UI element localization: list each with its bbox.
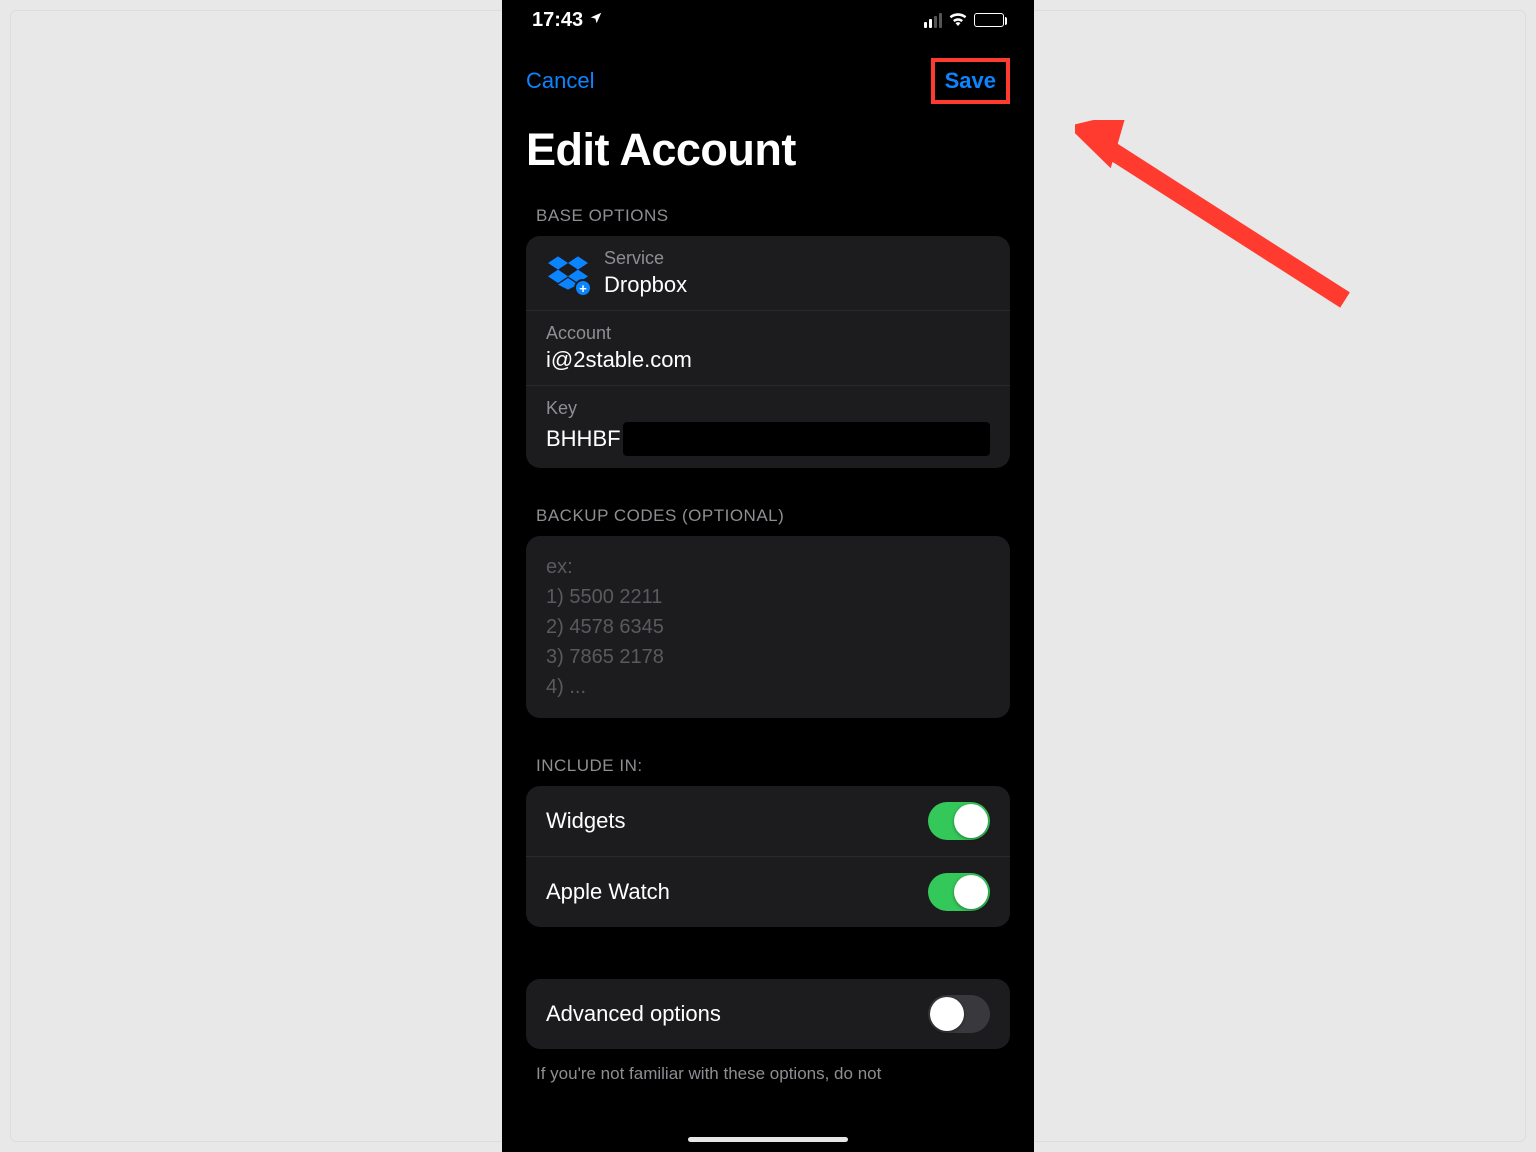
location-icon xyxy=(589,11,603,30)
section-header-include: INCLUDE IN: xyxy=(502,742,1034,786)
wifi-icon xyxy=(948,9,968,32)
status-time: 17:43 xyxy=(532,9,583,32)
dropbox-icon: + xyxy=(546,251,590,295)
backup-codes-textarea[interactable]: ex: 1) 5500 2211 2) 4578 6345 3) 7865 21… xyxy=(526,536,1010,718)
service-label: Service xyxy=(604,248,687,269)
include-card: Widgets Apple Watch xyxy=(526,786,1010,927)
phone-screen: 17:43 Cancel Save Edit Account BASE OPTI… xyxy=(502,0,1034,1152)
account-value: i@2stable.com xyxy=(546,347,990,373)
applewatch-toggle[interactable] xyxy=(928,873,990,911)
key-redacted xyxy=(623,422,990,456)
advanced-toggle[interactable] xyxy=(928,995,990,1033)
save-highlight: Save xyxy=(931,58,1010,104)
key-row[interactable]: Key BHHBF xyxy=(526,385,1010,468)
advanced-footer-text: If you're not familiar with these option… xyxy=(502,1049,1034,1085)
home-indicator[interactable] xyxy=(688,1137,848,1142)
advanced-row: Advanced options xyxy=(526,979,1010,1049)
account-label: Account xyxy=(546,323,990,344)
service-row[interactable]: + Service Dropbox xyxy=(526,236,1010,310)
applewatch-row: Apple Watch xyxy=(526,856,1010,927)
save-button[interactable]: Save xyxy=(945,68,996,94)
navbar: Cancel Save xyxy=(502,40,1034,114)
widgets-row: Widgets xyxy=(526,786,1010,856)
advanced-card: Advanced options xyxy=(526,979,1010,1049)
key-label: Key xyxy=(546,398,990,419)
cellular-signal-icon xyxy=(924,13,942,28)
annotation-arrow-icon xyxy=(1075,120,1355,320)
add-badge-icon: + xyxy=(574,279,592,297)
page-title: Edit Account xyxy=(502,114,1034,192)
widgets-label: Widgets xyxy=(546,808,625,834)
account-row[interactable]: Account i@2stable.com xyxy=(526,310,1010,385)
base-options-card: + Service Dropbox Account i@2stable.com … xyxy=(526,236,1010,468)
section-header-backup: BACKUP CODES (OPTIONAL) xyxy=(502,492,1034,536)
advanced-label: Advanced options xyxy=(546,1001,721,1027)
cancel-button[interactable]: Cancel xyxy=(526,68,594,94)
service-value: Dropbox xyxy=(604,272,687,298)
widgets-toggle[interactable] xyxy=(928,802,990,840)
applewatch-label: Apple Watch xyxy=(546,879,670,905)
key-value-prefix: BHHBF xyxy=(546,426,621,452)
status-bar: 17:43 xyxy=(502,0,1034,40)
battery-icon xyxy=(974,13,1004,27)
section-header-base: BASE OPTIONS xyxy=(502,192,1034,236)
